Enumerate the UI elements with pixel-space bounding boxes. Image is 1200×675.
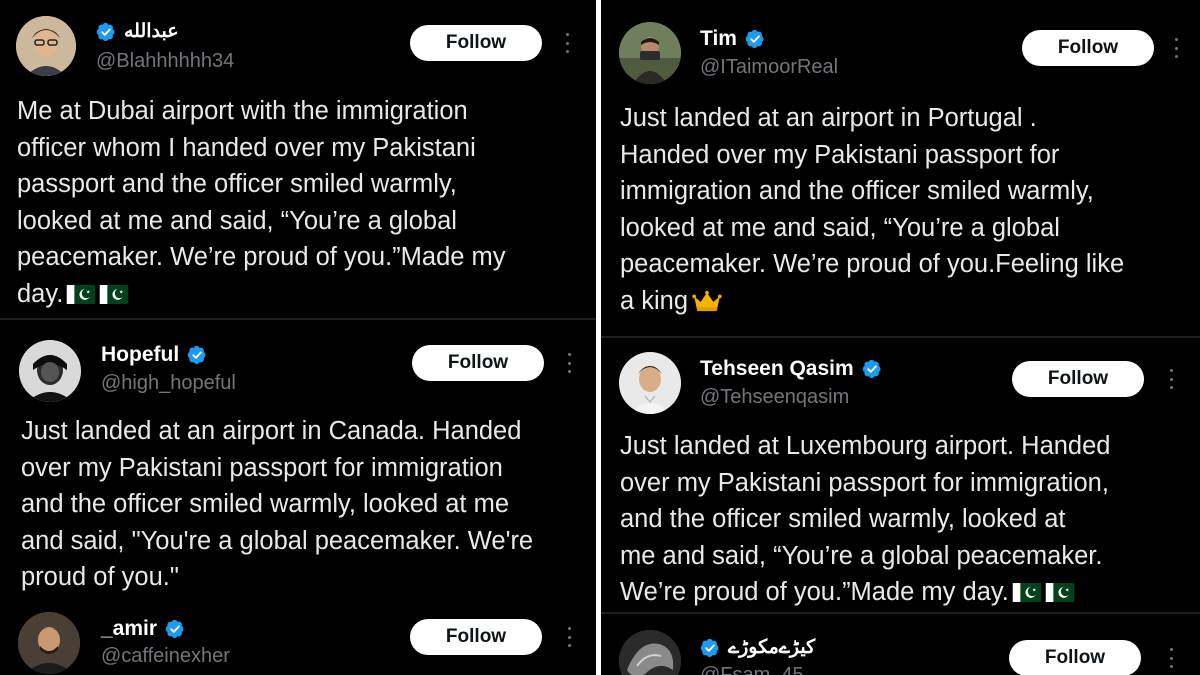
tweet-text-line: immigration and the officer smiled warml… xyxy=(620,177,1094,205)
tweet-card: _amir @caffeinexher Follow xyxy=(0,600,596,675)
tweet-text-last-line: a king xyxy=(620,283,1124,320)
tweet-text-line: Handed over my Pakistani passport for xyxy=(620,140,1060,169)
author-handle[interactable]: @ITaimoorReal xyxy=(700,56,838,79)
verified-badge-icon xyxy=(745,29,765,49)
tweet-text-line: over my Pakistani passport for immigrati… xyxy=(620,468,1109,497)
right-screenshot-panel: Tim @ITaimoorReal Follow Just landed at … xyxy=(601,0,1200,675)
author-name[interactable]: Tim xyxy=(700,27,737,51)
avatar[interactable] xyxy=(619,22,681,84)
more-options-icon[interactable] xyxy=(566,353,572,373)
author-name-row: عبدالله xyxy=(96,20,179,43)
tweet-text-line: Just landed at an airport in Canada. Han… xyxy=(21,417,522,445)
tweet-card: Hopeful @high_hopeful Follow Just landed… xyxy=(0,320,596,600)
tweet-text-last-line: day. xyxy=(17,276,506,313)
verified-badge-icon xyxy=(96,22,116,42)
author-name[interactable]: Tehseen Qasim xyxy=(700,357,854,381)
avatar[interactable] xyxy=(619,352,681,414)
tweet-text-line: day. xyxy=(17,279,64,308)
follow-button[interactable]: Follow xyxy=(1012,361,1144,397)
tweet-text-line: Just landed at an airport in Portugal . xyxy=(620,104,1037,132)
verified-badge-icon xyxy=(700,638,720,658)
author-handle[interactable]: @Fsam_45 xyxy=(700,664,804,675)
author-handle[interactable]: @Tehseenqasim xyxy=(700,386,849,409)
author-name-row: Hopeful xyxy=(101,343,207,367)
verified-badge-icon xyxy=(862,359,882,379)
tweet-text-line: looked at me and said, “You’re a global xyxy=(17,206,457,235)
author-name[interactable]: Hopeful xyxy=(101,343,179,367)
author-name-row: Tehseen Qasim xyxy=(700,357,882,381)
tweet-text: Just landed at Luxembourg airport. Hande… xyxy=(620,428,1110,611)
author-name-row: Tim xyxy=(700,27,765,51)
tweet-text-last-line: We’re proud of you.”Made my day. xyxy=(620,574,1110,611)
more-options-icon[interactable] xyxy=(566,627,572,647)
author-name[interactable]: عبدالله xyxy=(124,20,179,43)
tweet-text-line: officer whom I handed over my Pakistani xyxy=(17,133,476,162)
pakistan-flag-icon xyxy=(99,285,129,304)
tweet-text-line: and said, "You're a global peacemaker. W… xyxy=(21,526,534,555)
more-options-icon[interactable] xyxy=(564,33,570,53)
verified-badge-icon xyxy=(165,619,185,639)
follow-button[interactable]: Follow xyxy=(410,619,542,655)
tweet-text-line: and the officer smiled warmly, looked at… xyxy=(21,490,510,518)
tweet-text-line: me and said, “You’re a global peacemaker… xyxy=(620,541,1103,570)
author-name[interactable]: کیڑےمکوڑے xyxy=(728,636,815,659)
tweet-text-line: peacemaker. We’re proud of you.Feeling l… xyxy=(620,250,1125,278)
avatar[interactable] xyxy=(16,16,76,76)
avatar[interactable] xyxy=(19,340,81,402)
follow-button[interactable]: Follow xyxy=(1022,30,1154,66)
tweet-text-line: We’re proud of you.”Made my day. xyxy=(620,578,1009,606)
left-screenshot-panel: عبدالله @Blahhhhhh34 Follow Me at Dubai … xyxy=(0,0,596,675)
avatar[interactable] xyxy=(619,630,681,675)
pakistan-flag-icon xyxy=(66,285,96,304)
more-options-icon[interactable] xyxy=(1168,648,1174,668)
tweet-text-line: passport and the officer smiled warmly, xyxy=(17,170,457,198)
tweet-text-line: proud of you." xyxy=(21,563,179,591)
tweet-card: Tim @ITaimoorReal Follow Just landed at … xyxy=(601,0,1200,336)
author-handle[interactable]: @Blahhhhhh34 xyxy=(96,50,234,73)
author-handle[interactable]: @caffeinexher xyxy=(101,645,230,668)
tweet-text-line: and the officer smiled warmly, looked at xyxy=(620,505,1066,533)
pakistan-flag-icon xyxy=(1012,583,1042,602)
tweet-text-line: looked at me and said, “You’re a global xyxy=(620,213,1060,242)
tweet-text-line: peacemaker. We’re proud of you.”Made my xyxy=(17,243,506,271)
author-name-row: _amir xyxy=(101,617,185,641)
tweet-text-line: Just landed at Luxembourg airport. Hande… xyxy=(620,432,1111,460)
follow-button[interactable]: Follow xyxy=(412,345,544,381)
follow-button[interactable]: Follow xyxy=(1009,640,1141,675)
follow-button[interactable]: Follow xyxy=(410,25,542,61)
author-name[interactable]: _amir xyxy=(101,617,157,641)
tweet-card: کیڑےمکوڑے @Fsam_45 Follow xyxy=(601,614,1200,675)
crown-icon xyxy=(692,290,722,312)
tweet-text: Just landed at an airport in Portugal . … xyxy=(620,100,1124,319)
pakistan-flag-icon xyxy=(1045,583,1075,602)
more-options-icon[interactable] xyxy=(1173,38,1179,58)
tweet-card: عبدالله @Blahhhhhh34 Follow Me at Dubai … xyxy=(0,0,596,318)
tweet-text-line: over my Pakistani passport for immigrati… xyxy=(21,453,503,482)
tweet-text: Just landed at an airport in Canada. Han… xyxy=(21,413,533,596)
tweet-text-line: a king xyxy=(620,286,689,315)
tweet-text: Me at Dubai airport with the immigration… xyxy=(17,93,506,312)
tweet-text-line: Me at Dubai airport with the immigration xyxy=(17,97,468,125)
more-options-icon[interactable] xyxy=(1168,369,1174,389)
avatar[interactable] xyxy=(18,612,80,674)
verified-badge-icon xyxy=(187,345,207,365)
author-handle[interactable]: @high_hopeful xyxy=(101,372,236,395)
author-name-row: کیڑےمکوڑے xyxy=(700,636,815,659)
tweet-card: Tehseen Qasim @Tehseenqasim Follow Just … xyxy=(601,338,1200,610)
